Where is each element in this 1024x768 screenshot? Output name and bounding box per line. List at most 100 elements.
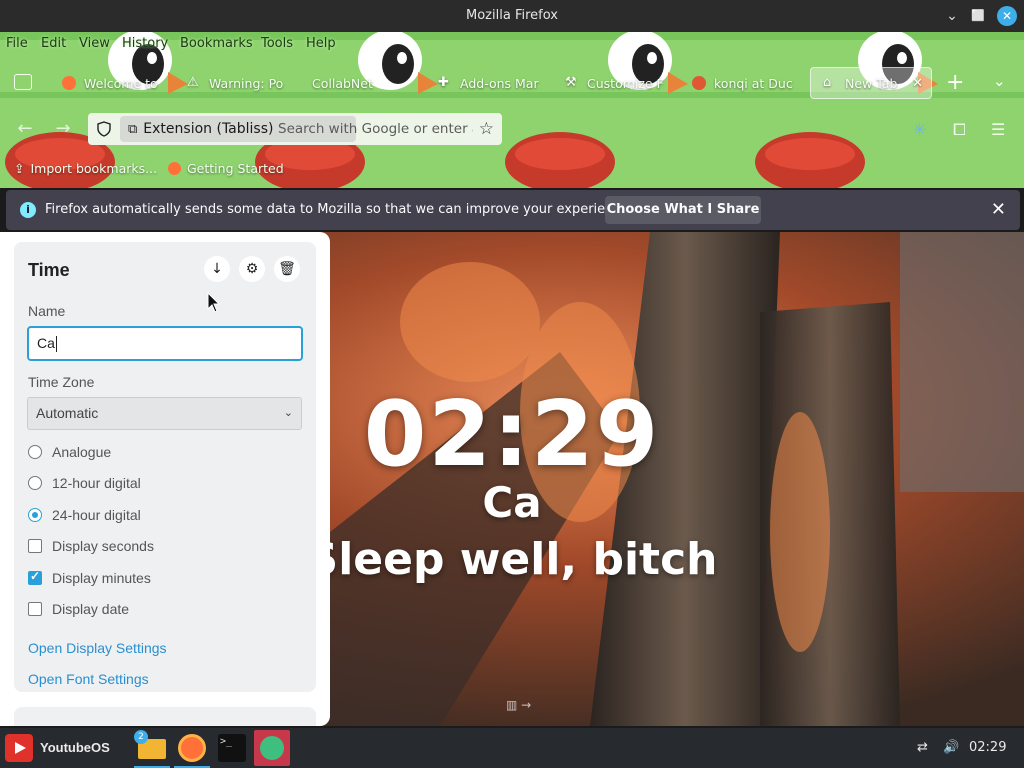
screen: Mozilla Firefox ⌄ ⬜ ✕ File Edit View His… (0, 0, 1024, 768)
widget-title: Time (28, 260, 70, 280)
checkbox-display-seconds[interactable] (28, 539, 42, 553)
tab-customize[interactable]: ⚒ Customize F (553, 67, 693, 99)
tab-label: Welcome to (84, 75, 158, 91)
tab-strip: Welcome to ⚠ Warning: Po CollabNet ✚ Add… (0, 64, 1024, 100)
checkbox-display-minutes[interactable] (28, 569, 42, 585)
open-font-settings-link[interactable]: Open Font Settings (28, 671, 149, 687)
menu-hamburger-icon[interactable]: ☰ (991, 120, 1005, 139)
network-icon[interactable]: ⇄ (917, 740, 928, 755)
tab-label: Warning: Po (209, 75, 284, 91)
timezone-label: Time Zone (28, 374, 95, 390)
option-12-hour[interactable]: 12-hour digital (28, 475, 141, 491)
option-display-minutes[interactable]: Display minutes (28, 569, 151, 586)
option-label: 24-hour digital (52, 507, 141, 523)
option-display-date[interactable]: Display date (28, 601, 129, 617)
taskbar-terminal[interactable]: >_ (214, 730, 250, 766)
window-title: Mozilla Firefox (466, 8, 558, 23)
tab-label: Add-ons Mar (460, 75, 539, 91)
taskbar-files[interactable]: 2 (134, 730, 170, 768)
radio-analogue[interactable] (28, 445, 42, 459)
start-menu-label[interactable]: YoutubeOS (40, 740, 110, 755)
menu-view[interactable]: View (79, 36, 110, 51)
puzzle-icon: ⧉ (128, 121, 138, 137)
tab-welcome[interactable]: Welcome to (50, 67, 190, 99)
open-display-settings-link[interactable]: Open Display Settings (28, 640, 167, 656)
name-field[interactable]: Ca (27, 326, 303, 361)
option-analogue[interactable]: Analogue (28, 444, 111, 460)
menu-edit[interactable]: Edit (41, 36, 66, 51)
taskbar-clock[interactable]: 02:29 (969, 740, 1006, 755)
url-bar[interactable]: ⧉ Extension (Tabliss) Search with Google… (88, 113, 502, 145)
move-down-icon[interactable]: ↓ (204, 256, 230, 282)
menu-tools[interactable]: Tools (261, 36, 293, 51)
firefox-icon (178, 734, 206, 762)
back-icon[interactable]: ← (14, 118, 36, 140)
info-icon: i (20, 202, 36, 218)
option-label: 12-hour digital (52, 475, 141, 491)
option-24-hour[interactable]: 24-hour digital (28, 507, 141, 523)
option-label: Display seconds (52, 538, 154, 554)
close-notification-icon[interactable]: ✕ (991, 199, 1006, 220)
volume-icon[interactable]: 🔊 (943, 740, 959, 755)
trash-icon[interactable]: 🗑 (274, 256, 300, 282)
browser-chrome: File Edit View History Bookmarks Tools H… (0, 32, 1024, 188)
tab-addons[interactable]: ✚ Add-ons Mar (426, 67, 566, 99)
tab-collabnet[interactable]: CollabNet (300, 67, 440, 99)
choose-what-i-share-button[interactable]: Choose What I Share (605, 196, 761, 224)
tab-konqi[interactable]: konqi at Duc (680, 67, 820, 99)
bookmark-import[interactable]: ⇪ Import bookmarks... (14, 161, 157, 176)
close-tab-icon[interactable]: ✕ (912, 76, 923, 91)
option-label: Analogue (52, 444, 112, 460)
radio-12-hour[interactable] (28, 476, 42, 490)
radio-24-hour[interactable] (28, 508, 42, 522)
bookmark-getting-started[interactable]: Getting Started (168, 161, 284, 176)
url-input[interactable]: Search with Google or enter ac (278, 121, 473, 137)
bookmark-star-icon[interactable]: ☆ (479, 119, 494, 139)
menu-history[interactable]: History (122, 36, 168, 51)
new-tab-button[interactable]: + (946, 70, 964, 95)
extensions-puzzle-icon[interactable]: ⧠ (953, 120, 966, 140)
firefox-view-icon[interactable] (14, 74, 32, 90)
files-badge: 2 (134, 730, 148, 744)
bookmarks-toolbar: ⇪ Import bookmarks... Getting Started (0, 158, 1024, 184)
menu-file[interactable]: File (6, 36, 28, 51)
mouse-cursor-icon (207, 292, 221, 313)
tab-new-tab[interactable]: ⌂ New Tab ✕ (810, 67, 932, 99)
firefox-icon (168, 162, 181, 175)
timezone-value: Automatic (36, 405, 99, 421)
terminal-icon: >_ (218, 734, 246, 762)
maximize-button[interactable]: ⬜ (968, 6, 988, 26)
tab-label: konqi at Duc (714, 75, 793, 91)
minimize-button[interactable]: ⌄ (942, 6, 962, 26)
timezone-select[interactable]: Automatic ⌄ (27, 397, 302, 430)
duckduckgo-icon (692, 76, 706, 90)
name-field-value: Ca (37, 335, 55, 351)
taskbar-app-grid[interactable] (254, 730, 290, 766)
checkbox-display-date[interactable] (28, 602, 42, 616)
tabliss-icon: ⌂ (823, 75, 832, 90)
extension-icon[interactable]: ✳ (913, 120, 926, 139)
option-display-seconds[interactable]: Display seconds (28, 538, 154, 554)
photo-credits-controls[interactable]: ▥ → (506, 698, 531, 712)
import-icon: ⇪ (14, 161, 25, 176)
puzzle-icon: ✚ (438, 75, 449, 90)
close-window-button[interactable]: ✕ (997, 6, 1017, 26)
tab-warning[interactable]: ⚠ Warning: Po (175, 67, 315, 99)
tab-label: Customize F (587, 75, 664, 91)
nav-toolbar: ← → ⧉ Extension (Tabliss) Search with Go… (0, 110, 1024, 150)
menu-help[interactable]: Help (306, 36, 336, 51)
shield-icon[interactable] (96, 121, 112, 137)
list-tabs-icon[interactable]: ⌄ (993, 72, 1006, 90)
bookmark-label: Getting Started (187, 161, 284, 176)
taskbar-firefox[interactable] (174, 730, 210, 768)
name-label: Name (28, 303, 66, 319)
gear-icon[interactable]: ⚙ (239, 256, 265, 282)
start-menu-icon[interactable] (5, 734, 33, 762)
forward-icon[interactable]: → (52, 118, 74, 140)
firefox-icon (62, 76, 76, 90)
customize-icon: ⚒ (565, 75, 577, 90)
data-notification-bar: i Firefox automatically sends some data … (6, 190, 1020, 230)
window-titlebar: Mozilla Firefox ⌄ ⬜ ✕ (0, 0, 1024, 32)
menu-bookmarks[interactable]: Bookmarks (180, 36, 253, 51)
chevron-down-icon: ⌄ (283, 407, 293, 419)
